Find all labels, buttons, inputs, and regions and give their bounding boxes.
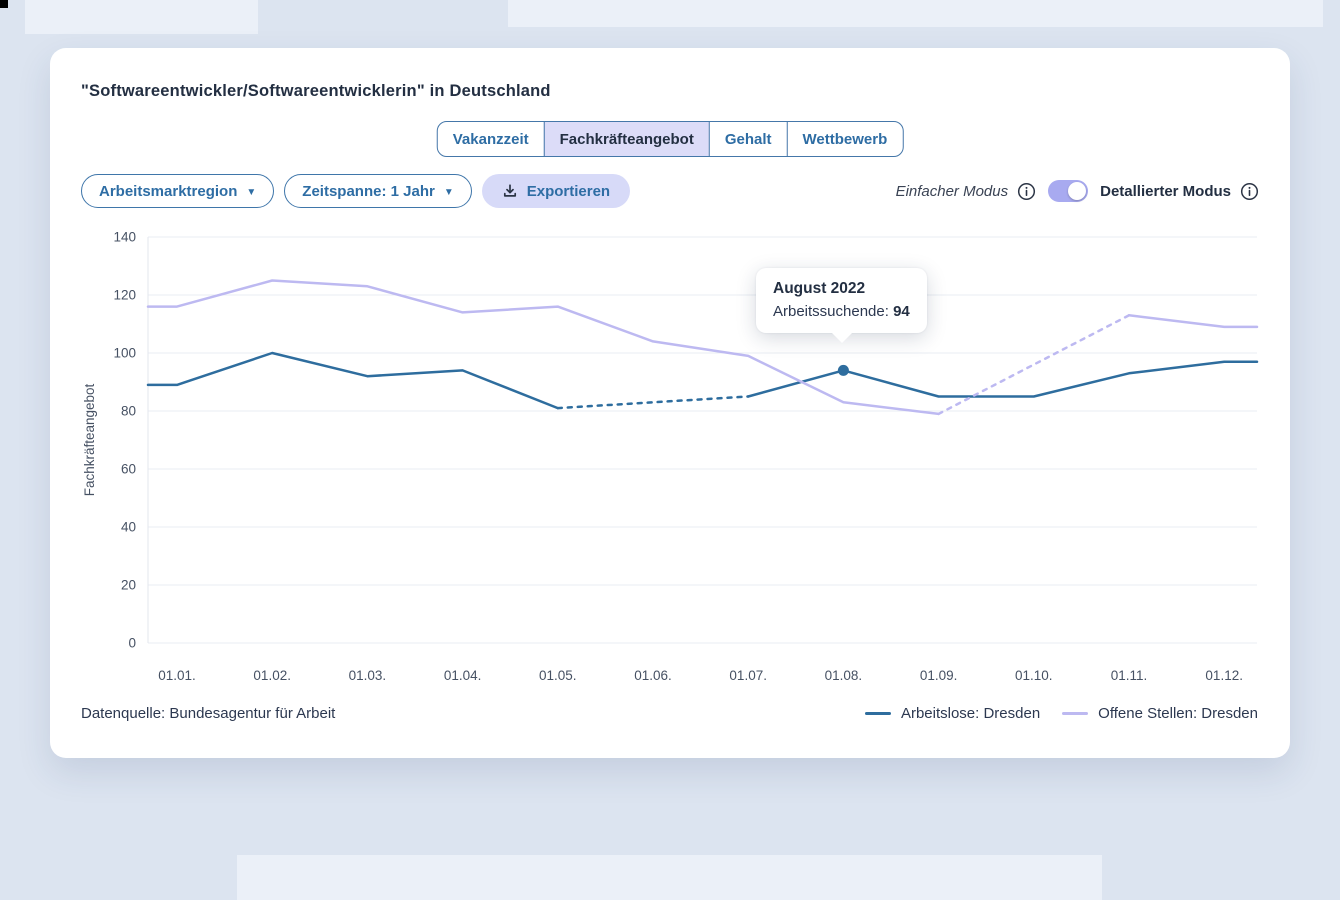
tooltip-value-line: Arbeitssuchende: 94 — [773, 303, 910, 320]
controls-row: Arbeitsmarktregion ▼ Zeitspanne: 1 Jahr … — [81, 174, 1259, 208]
series-line-0 — [748, 362, 1257, 397]
series-line-0 — [148, 353, 558, 408]
series-line-1 — [1129, 315, 1257, 327]
x-tick-label: 01.05. — [539, 668, 577, 683]
highlighted-data-point[interactable] — [838, 365, 849, 376]
y-tick-label: 80 — [121, 404, 136, 419]
x-tick-label: 01.12. — [1205, 668, 1243, 683]
series-line-0 — [558, 397, 748, 409]
legend-label: Offene Stellen: Dresden — [1098, 705, 1258, 722]
region-dropdown-button[interactable]: Arbeitsmarktregion ▼ — [81, 174, 274, 208]
timespan-dropdown-button[interactable]: Zeitspanne: 1 Jahr ▼ — [284, 174, 471, 208]
x-tick-label: 01.04. — [444, 668, 482, 683]
x-tick-label: 01.02. — [253, 668, 291, 683]
page-title: "Softwareentwickler/Softwareentwicklerin… — [81, 82, 551, 101]
tab-fachkraefteangebot[interactable]: Fachkräfteangebot — [544, 122, 709, 156]
y-tick-label: 0 — [128, 636, 136, 651]
line-chart[interactable]: 0 20 40 60 80 100 120 140 Fachkräfteangebot 01.01… — [50, 218, 1290, 698]
x-tick-label: 01.07. — [729, 668, 767, 683]
x-tick-label: 01.03. — [349, 668, 387, 683]
series-line-1 — [939, 315, 1129, 414]
info-icon[interactable] — [1017, 182, 1036, 201]
x-tick-label: 01.11. — [1111, 668, 1148, 683]
background-patch — [237, 855, 1102, 900]
tab-vakanzzeit[interactable]: Vakanzzeit — [438, 122, 544, 156]
y-tick-label: 40 — [121, 520, 136, 535]
tab-wettbewerb[interactable]: Wettbewerb — [787, 122, 903, 156]
y-tick-label: 120 — [113, 288, 136, 303]
x-tick-label: 01.01. — [158, 668, 196, 683]
screenshot-corner-artifact — [0, 0, 8, 8]
legend-item-arbeitslose: Arbeitslose: Dresden — [865, 705, 1040, 722]
x-tick-label: 01.09. — [920, 668, 958, 683]
download-icon — [502, 183, 518, 199]
gridlines: 0 20 40 60 80 100 120 140 — [113, 230, 1257, 651]
chart-tooltip: August 2022 Arbeitssuchende: 94 — [756, 268, 927, 333]
x-tick-labels: 01.01. 01.02. 01.03. 01.04. 01.05. 01.06. 01.0… — [158, 668, 1243, 683]
chart-legend: Arbeitslose: Dresden Offene Stellen: Dre… — [865, 705, 1258, 722]
dashboard-card: "Softwareentwickler/Softwareentwicklerin… — [50, 48, 1290, 758]
legend-item-offene-stellen: Offene Stellen: Dresden — [1062, 705, 1258, 722]
background-patch — [508, 0, 1323, 27]
detailed-mode-label: Detallierter Modus — [1100, 183, 1231, 200]
x-tick-label: 01.06. — [634, 668, 672, 683]
data-source-label: Datenquelle: Bundesagentur für Arbeit — [81, 705, 335, 722]
background-patch — [25, 0, 258, 34]
timespan-dropdown-label: Zeitspanne: 1 Jahr — [302, 183, 435, 200]
x-tick-label: 01.08. — [825, 668, 863, 683]
y-axis-title: Fachkräfteangebot — [82, 383, 97, 496]
tab-gehalt[interactable]: Gehalt — [709, 122, 787, 156]
mode-toggle[interactable] — [1048, 180, 1088, 202]
legend-swatch-blue — [865, 712, 891, 715]
legend-swatch-purple — [1062, 712, 1088, 715]
export-button[interactable]: Exportieren — [482, 174, 630, 208]
tab-bar: Vakanzzeit Fachkräfteangebot Gehalt Wett… — [437, 121, 904, 157]
legend-label: Arbeitslose: Dresden — [901, 705, 1040, 722]
y-tick-label: 60 — [121, 462, 136, 477]
footer-row: Datenquelle: Bundesagentur für Arbeit Ar… — [81, 705, 1258, 722]
simple-mode-label: Einfacher Modus — [896, 183, 1009, 200]
chevron-down-icon: ▼ — [444, 187, 454, 198]
x-tick-label: 01.10. — [1015, 668, 1053, 683]
mode-toggle-knob — [1068, 182, 1086, 200]
y-tick-label: 140 — [113, 230, 136, 245]
info-icon[interactable] — [1240, 182, 1259, 201]
mode-switch-group: Einfacher Modus Detallierter Modus — [896, 180, 1259, 202]
y-tick-label: 100 — [113, 346, 136, 361]
tooltip-title: August 2022 — [773, 280, 910, 298]
region-dropdown-label: Arbeitsmarktregion — [99, 183, 237, 200]
y-tick-label: 20 — [121, 578, 136, 593]
chevron-down-icon: ▼ — [246, 187, 256, 198]
export-button-label: Exportieren — [527, 183, 610, 200]
